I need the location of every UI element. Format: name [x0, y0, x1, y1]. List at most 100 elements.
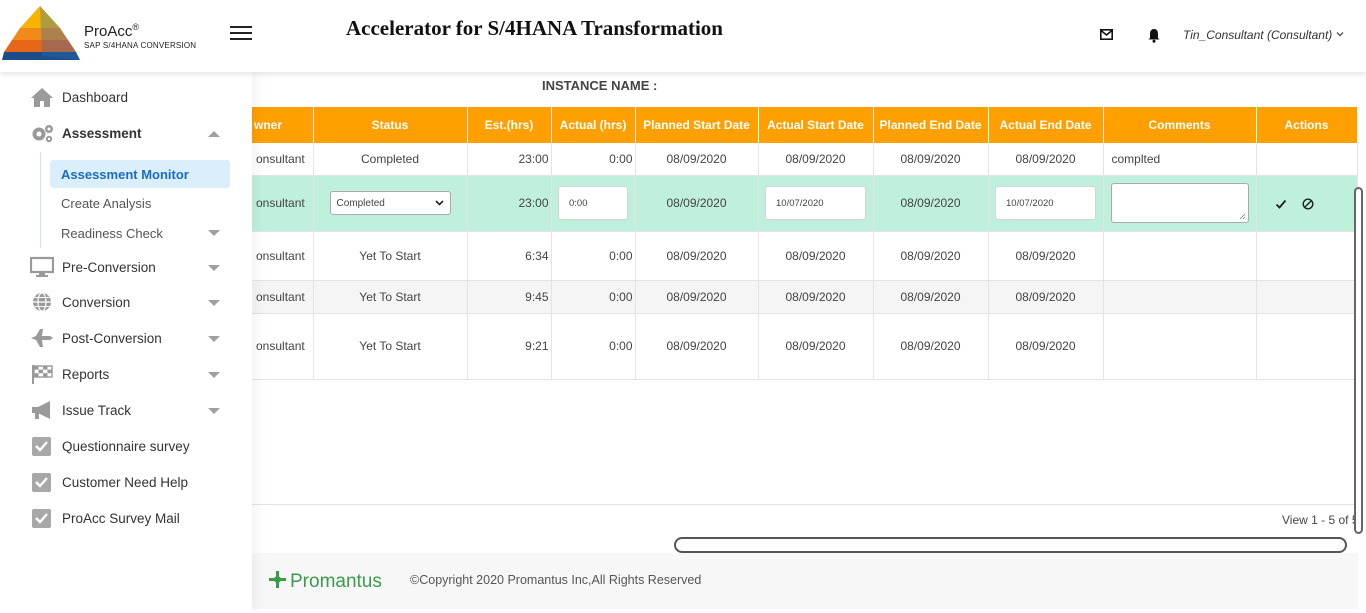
column-header-actual[interactable]: Actual (hrs) [551, 107, 636, 143]
cell-actual: 0:00 [551, 280, 636, 314]
sidebar-item-post-conversion[interactable]: Post-Conversion [0, 323, 252, 353]
cell-actions [1256, 231, 1358, 281]
table-header-row: wner Status Est.(hrs) Actual (hrs) Plann… [252, 107, 1358, 143]
user-menu[interactable]: Tin_Consultant (Consultant) [1183, 28, 1332, 42]
cell-actual: 0:00 [551, 313, 636, 380]
cell-actions [1256, 143, 1358, 176]
cell-actual-start: 08/09/2020 [758, 313, 874, 380]
resize-handle-icon[interactable] [1239, 213, 1246, 220]
sidebar-item-label: Conversion [62, 295, 131, 310]
hamburger-menu-icon[interactable] [230, 26, 252, 42]
column-header-actual-start[interactable]: Actual Start Date [758, 107, 874, 143]
chevron-down-icon [208, 300, 220, 306]
cell-comments [1103, 313, 1257, 380]
cell-owner: onsultant [252, 231, 314, 281]
brand-subtitle: SAP S/4HANA CONVERSION [84, 41, 197, 50]
table-row-editing[interactable]: onsultant Completed 23:00 0:00 08/09/202… [252, 175, 1358, 232]
flag-icon [32, 365, 53, 384]
column-header-owner[interactable]: wner [252, 107, 314, 143]
cell-planned-end: 08/09/2020 [873, 231, 989, 281]
chevron-down-icon[interactable] [1336, 30, 1344, 38]
sidebar-item-label: Reports [62, 367, 110, 382]
actual-start-date-input[interactable]: 10/07/2020 [765, 186, 866, 220]
cell-actions [1256, 175, 1358, 232]
table-row[interactable]: onsultant Yet To Start 6:34 0:00 08/09/2… [252, 231, 1358, 281]
chevron-down-icon [208, 408, 220, 414]
cell-planned-end: 08/09/2020 [873, 280, 989, 314]
checkbox-icon [32, 437, 51, 456]
main-content: INSTANCE NAME : wner Status Est.(hrs) Ac… [252, 72, 1366, 613]
column-header-est[interactable]: Est.(hrs) [467, 107, 552, 143]
footer: Promantus ©Copyright 2020 Promantus Inc,… [252, 553, 1358, 609]
cancel-icon[interactable] [1302, 198, 1314, 210]
cell-planned-start: 08/09/2020 [635, 143, 759, 176]
sidebar-item-customer-need-help[interactable]: Customer Need Help [0, 467, 252, 497]
cell-est: 9:21 [467, 313, 552, 380]
app-title: Accelerator for S/4HANA Transformation [346, 16, 723, 40]
sidebar-item-label: Issue Track [62, 403, 132, 418]
sidebar-subitem-label: Assessment Monitor [61, 167, 189, 182]
cell-planned-end: 08/09/2020 [873, 313, 989, 380]
actual-end-date-input[interactable]: 10/07/2020 [995, 186, 1096, 220]
table-row[interactable]: onsultant Completed 23:00 0:00 08/09/202… [252, 143, 1358, 176]
cell-planned-start: 08/09/2020 [635, 175, 759, 232]
chevron-down-icon [208, 230, 220, 236]
sidebar-item-questionnaire-survey[interactable]: Questionnaire survey [0, 431, 252, 461]
sidebar-item-label: Pre-Conversion [62, 260, 156, 275]
chevron-up-icon [208, 131, 220, 137]
chevron-down-icon [208, 372, 220, 378]
instance-name-label: INSTANCE NAME : [542, 78, 658, 93]
sidebar-subitem-create-analysis[interactable]: Create Analysis [50, 189, 230, 217]
sidebar-item-conversion[interactable]: Conversion [0, 287, 252, 317]
cell-planned-start: 08/09/2020 [635, 280, 759, 314]
sidebar-item-assessment[interactable]: Assessment [0, 118, 252, 148]
sidebar-item-dashboard[interactable]: Dashboard [0, 82, 252, 112]
cell-comments: complted [1103, 143, 1257, 176]
cell-owner: onsultant [252, 143, 314, 176]
sidebar-subitem-readiness-check[interactable]: Readiness Check [50, 219, 230, 247]
comments-textarea[interactable] [1110, 183, 1249, 223]
column-header-planned-end[interactable]: Planned End Date [873, 107, 989, 143]
column-header-actions: Actions [1256, 107, 1358, 143]
mail-icon[interactable] [1100, 29, 1113, 40]
cell-planned-start: 08/09/2020 [635, 313, 759, 380]
chevron-down-icon [208, 265, 220, 271]
column-header-status[interactable]: Status [313, 107, 468, 143]
cell-actual: 0:00 [551, 175, 636, 232]
horizontal-scrollbar-thumb[interactable] [674, 537, 1347, 553]
sidebar-item-label: Assessment [62, 126, 142, 141]
sidebar-item-label: Dashboard [62, 90, 129, 105]
actual-hours-input[interactable]: 0:00 [558, 186, 628, 220]
table-row[interactable]: onsultant Yet To Start 9:21 0:00 08/09/2… [252, 313, 1358, 380]
column-header-planned-start[interactable]: Planned Start Date [635, 107, 759, 143]
gears-icon [32, 125, 53, 143]
cell-owner: onsultant [252, 280, 314, 314]
sidebar-item-reports[interactable]: Reports [0, 359, 252, 389]
sidebar-item-proacc-survey-mail[interactable]: ProAcc Survey Mail [0, 503, 252, 533]
vertical-scrollbar[interactable] [1354, 187, 1363, 534]
sidebar-item-label: ProAcc Survey Mail [62, 511, 180, 526]
column-header-comments[interactable]: Comments [1103, 107, 1257, 143]
cell-status: Yet To Start [313, 231, 468, 281]
globe-icon [33, 292, 51, 312]
sidebar-item-pre-conversion[interactable]: Pre-Conversion [0, 252, 252, 282]
cell-actual-end: 08/09/2020 [988, 313, 1104, 380]
cell-actual-end: 08/09/2020 [988, 231, 1104, 281]
cell-est: 23:00 [467, 143, 552, 176]
sidebar-subitem-assessment-monitor[interactable]: Assessment Monitor [50, 160, 230, 188]
status-select[interactable]: Completed [329, 191, 451, 215]
table-row[interactable]: onsultant Yet To Start 9:45 0:00 08/09/2… [252, 280, 1358, 314]
brand-name: ProAcc® [84, 22, 139, 40]
sidebar-item-issue-track[interactable]: Issue Track [0, 395, 252, 425]
bell-icon[interactable] [1147, 28, 1161, 43]
sidebar-item-label: Questionnaire survey [62, 439, 190, 454]
proacc-logo[interactable]: ProAcc® SAP S/4HANA CONVERSION [2, 4, 212, 64]
cell-comments [1103, 280, 1257, 314]
column-header-actual-end[interactable]: Actual End Date [988, 107, 1104, 143]
cell-status: Yet To Start [313, 280, 468, 314]
promantus-logo: Promantus [269, 571, 382, 591]
save-check-icon[interactable] [1275, 198, 1287, 210]
sidebar-item-label: Customer Need Help [62, 475, 189, 490]
status-select-value: Completed [336, 197, 385, 209]
cell-comments [1103, 175, 1257, 232]
